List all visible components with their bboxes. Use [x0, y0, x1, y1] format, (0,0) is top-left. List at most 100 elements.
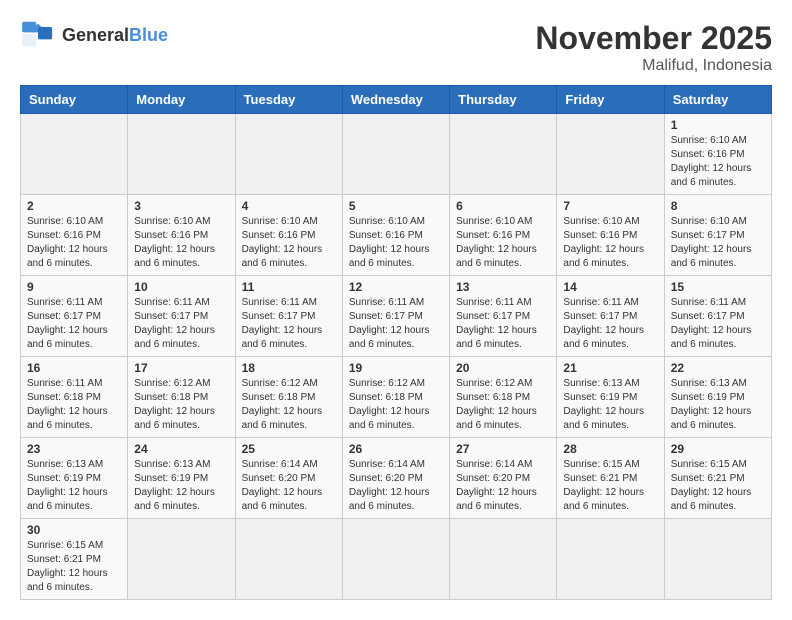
day-info: Sunrise: 6:11 AM Sunset: 6:17 PM Dayligh… — [563, 296, 657, 352]
calendar-day-cell: 19 Sunrise: 6:12 AM Sunset: 6:18 PM Dayli… — [342, 357, 449, 438]
calendar-week-row-2: 2 Sunrise: 6:10 AM Sunset: 6:16 PM Daylig… — [21, 195, 772, 276]
logo-text: GeneralBlue — [62, 25, 168, 46]
calendar-day-cell: 17Sunrise: 6:12 AM Sunset: 6:18 PM Dayli… — [128, 357, 235, 438]
calendar-day-cell: 24 Sunrise: 6:13 AM Sunset: 6:19 PM Dayli… — [128, 438, 235, 519]
day-number: 20 — [456, 361, 550, 375]
calendar-day-cell — [235, 519, 342, 600]
day-info: Sunrise: 6:14 AM Sunset: 6:20 PM Dayligh… — [456, 458, 550, 514]
calendar-day-cell: 9 Sunrise: 6:11 AM Sunset: 6:17 PM Daylig… — [21, 276, 128, 357]
calendar-week-row-5: 23 Sunrise: 6:13 AM Sunset: 6:19 PM Dayli… — [21, 438, 772, 519]
day-info: Sunrise: 6:14 AM Sunset: 6:20 PM Dayligh… — [242, 458, 336, 514]
calendar-day-cell: 21 Sunrise: 6:13 AM Sunset: 6:19 PM Dayli… — [557, 357, 664, 438]
day-info: Sunrise: 6:10 AM Sunset: 6:16 PM Dayligh… — [27, 215, 121, 271]
calendar-day-cell: 11Sunrise: 6:11 AM Sunset: 6:17 PM Dayli… — [235, 276, 342, 357]
calendar-day-cell: 12 Sunrise: 6:11 AM Sunset: 6:17 PM Dayli… — [342, 276, 449, 357]
day-info: Sunrise: 6:11 AM Sunset: 6:17 PM Dayligh… — [349, 296, 443, 352]
day-number: 15 — [671, 280, 765, 294]
calendar-week-row-6: 30 Sunrise: 6:15 AM Sunset: 6:21 PM Dayli… — [21, 519, 772, 600]
calendar-day-cell: 8 Sunrise: 6:10 AM Sunset: 6:17 PM Daylig… — [664, 195, 771, 276]
day-number: 5 — [349, 199, 443, 213]
calendar-week-row-4: 16 Sunrise: 6:11 AM Sunset: 6:18 PM Dayli… — [21, 357, 772, 438]
day-info: Sunrise: 6:11 AM Sunset: 6:17 PM Dayligh… — [27, 296, 121, 352]
logo-icon — [20, 20, 56, 50]
calendar-day-cell: 7 Sunrise: 6:10 AM Sunset: 6:16 PM Daylig… — [557, 195, 664, 276]
day-number: 29 — [671, 442, 765, 456]
calendar-day-cell: 14Sunrise: 6:11 AM Sunset: 6:17 PM Dayli… — [557, 276, 664, 357]
calendar-day-cell: 13Sunrise: 6:11 AM Sunset: 6:17 PM Dayli… — [450, 276, 557, 357]
day-number: 9 — [27, 280, 121, 294]
day-info: Sunrise: 6:15 AM Sunset: 6:21 PM Dayligh… — [671, 458, 765, 514]
day-info: Sunrise: 6:13 AM Sunset: 6:19 PM Dayligh… — [671, 377, 765, 433]
day-number: 21 — [563, 361, 657, 375]
day-number: 25 — [242, 442, 336, 456]
day-number: 3 — [134, 199, 228, 213]
day-number: 7 — [563, 199, 657, 213]
calendar-header-sunday: Sunday — [21, 86, 128, 114]
day-number: 28 — [563, 442, 657, 456]
calendar-header-saturday: Saturday — [664, 86, 771, 114]
title-block: November 2025 Malifud, Indonesia — [535, 20, 772, 75]
day-info: Sunrise: 6:10 AM Sunset: 6:16 PM Dayligh… — [349, 215, 443, 271]
calendar-day-cell: 18Sunrise: 6:12 AM Sunset: 6:18 PM Dayli… — [235, 357, 342, 438]
calendar-day-cell: 16 Sunrise: 6:11 AM Sunset: 6:18 PM Dayli… — [21, 357, 128, 438]
day-number: 10 — [134, 280, 228, 294]
day-info: Sunrise: 6:10 AM Sunset: 6:16 PM Dayligh… — [242, 215, 336, 271]
day-number: 8 — [671, 199, 765, 213]
location: Malifud, Indonesia — [535, 57, 772, 75]
day-info: Sunrise: 6:15 AM Sunset: 6:21 PM Dayligh… — [27, 539, 121, 595]
calendar-day-cell: 25 Sunrise: 6:14 AM Sunset: 6:20 PM Dayli… — [235, 438, 342, 519]
day-info: Sunrise: 6:11 AM Sunset: 6:17 PM Dayligh… — [671, 296, 765, 352]
calendar-day-cell: 2 Sunrise: 6:10 AM Sunset: 6:16 PM Daylig… — [21, 195, 128, 276]
day-info: Sunrise: 6:10 AM Sunset: 6:16 PM Dayligh… — [134, 215, 228, 271]
calendar-day-cell: 3 Sunrise: 6:10 AM Sunset: 6:16 PM Daylig… — [128, 195, 235, 276]
day-info: Sunrise: 6:11 AM Sunset: 6:18 PM Dayligh… — [27, 377, 121, 433]
calendar-day-cell — [342, 519, 449, 600]
calendar-header-tuesday: Tuesday — [235, 86, 342, 114]
calendar-day-cell: 6Sunrise: 6:10 AM Sunset: 6:16 PM Daylig… — [450, 195, 557, 276]
day-number: 24 — [134, 442, 228, 456]
calendar-day-cell — [557, 519, 664, 600]
calendar-day-cell: 1Sunrise: 6:10 AM Sunset: 6:16 PM Daylig… — [664, 114, 771, 195]
month-title: November 2025 — [535, 20, 772, 57]
day-number: 16 — [27, 361, 121, 375]
calendar-day-cell — [450, 114, 557, 195]
day-number: 12 — [349, 280, 443, 294]
day-number: 19 — [349, 361, 443, 375]
day-info: Sunrise: 6:10 AM Sunset: 6:16 PM Dayligh… — [563, 215, 657, 271]
day-info: Sunrise: 6:11 AM Sunset: 6:17 PM Dayligh… — [134, 296, 228, 352]
calendar-day-cell: 29 Sunrise: 6:15 AM Sunset: 6:21 PM Dayli… — [664, 438, 771, 519]
day-number: 23 — [27, 442, 121, 456]
calendar-day-cell — [128, 519, 235, 600]
calendar-day-cell: 23 Sunrise: 6:13 AM Sunset: 6:19 PM Dayli… — [21, 438, 128, 519]
day-number: 30 — [27, 523, 121, 537]
day-info: Sunrise: 6:13 AM Sunset: 6:19 PM Dayligh… — [563, 377, 657, 433]
calendar-day-cell — [557, 114, 664, 195]
calendar-day-cell: 30 Sunrise: 6:15 AM Sunset: 6:21 PM Dayli… — [21, 519, 128, 600]
calendar-day-cell — [450, 519, 557, 600]
calendar-day-cell — [235, 114, 342, 195]
calendar-week-row-1: 1Sunrise: 6:10 AM Sunset: 6:16 PM Daylig… — [21, 114, 772, 195]
day-info: Sunrise: 6:13 AM Sunset: 6:19 PM Dayligh… — [134, 458, 228, 514]
day-info: Sunrise: 6:11 AM Sunset: 6:17 PM Dayligh… — [456, 296, 550, 352]
calendar-day-cell: 20Sunrise: 6:12 AM Sunset: 6:18 PM Dayli… — [450, 357, 557, 438]
calendar-week-row-3: 9 Sunrise: 6:11 AM Sunset: 6:17 PM Daylig… — [21, 276, 772, 357]
calendar-day-cell: 4Sunrise: 6:10 AM Sunset: 6:16 PM Daylig… — [235, 195, 342, 276]
day-info: Sunrise: 6:10 AM Sunset: 6:17 PM Dayligh… — [671, 215, 765, 271]
day-number: 22 — [671, 361, 765, 375]
calendar-day-cell: 28 Sunrise: 6:15 AM Sunset: 6:21 PM Dayli… — [557, 438, 664, 519]
calendar-table: SundayMondayTuesdayWednesdayThursdayFrid… — [20, 85, 772, 600]
day-number: 11 — [242, 280, 336, 294]
calendar-header-wednesday: Wednesday — [342, 86, 449, 114]
day-info: Sunrise: 6:15 AM Sunset: 6:21 PM Dayligh… — [563, 458, 657, 514]
calendar-day-cell: 27 Sunrise: 6:14 AM Sunset: 6:20 PM Dayli… — [450, 438, 557, 519]
day-info: Sunrise: 6:12 AM Sunset: 6:18 PM Dayligh… — [349, 377, 443, 433]
calendar-header-row: SundayMondayTuesdayWednesdayThursdayFrid… — [21, 86, 772, 114]
day-number: 2 — [27, 199, 121, 213]
logo: GeneralBlue — [20, 20, 168, 50]
day-info: Sunrise: 6:13 AM Sunset: 6:19 PM Dayligh… — [27, 458, 121, 514]
calendar-day-cell — [342, 114, 449, 195]
day-number: 27 — [456, 442, 550, 456]
day-info: Sunrise: 6:12 AM Sunset: 6:18 PM Dayligh… — [242, 377, 336, 433]
calendar-day-cell: 5 Sunrise: 6:10 AM Sunset: 6:16 PM Daylig… — [342, 195, 449, 276]
calendar-day-cell: 10 Sunrise: 6:11 AM Sunset: 6:17 PM Dayli… — [128, 276, 235, 357]
